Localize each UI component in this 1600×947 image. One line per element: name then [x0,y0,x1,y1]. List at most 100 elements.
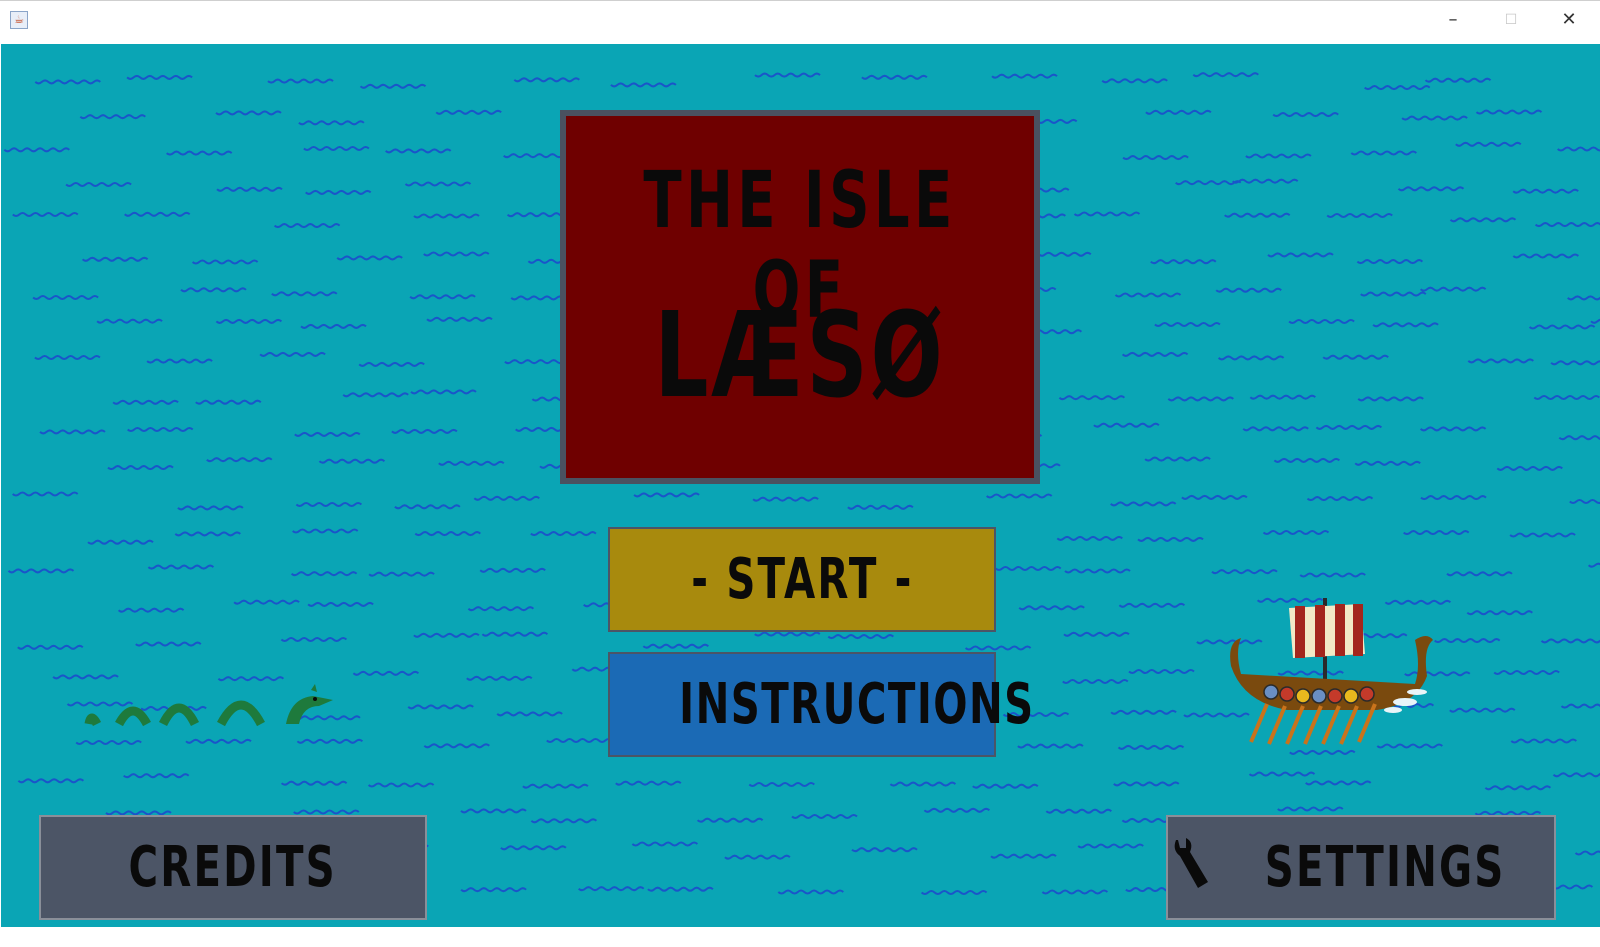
wave-mark [423,251,490,257]
wave-mark [292,528,359,534]
wave-mark [1419,286,1487,292]
wave-mark [195,399,262,405]
wave-mark [1567,295,1600,301]
wave-mark [1245,153,1312,159]
wave-mark [413,213,480,219]
wave-mark [1449,217,1517,223]
wave-mark [777,889,844,895]
wave-mark [460,808,527,814]
wave-mark [1403,530,1470,536]
maximize-button[interactable]: ☐ [1482,1,1540,41]
wave-mark [610,82,677,88]
wave-mark [1449,707,1516,713]
game-title-panel: THE ISLE OF LÆSØ [560,110,1040,484]
wave-mark [1273,457,1341,463]
wave-mark [438,460,505,466]
wave-mark [724,854,791,860]
wave-mark [352,670,420,676]
wave-mark [123,773,190,779]
wave-mark [1322,354,1389,360]
wave-mark [12,212,79,217]
wave-mark [215,110,282,116]
close-button[interactable]: ✕ [1540,1,1598,41]
wave-mark [1574,850,1600,856]
wave-mark [1560,703,1600,709]
wave-mark [409,294,476,300]
wave-mark [342,392,409,398]
wave-mark [87,539,154,545]
wave-mark [12,491,79,497]
wave-mark [1552,772,1600,778]
wave-mark [280,637,348,642]
wave-mark [1122,155,1189,161]
wave-mark [404,181,472,187]
minimize-button[interactable]: – [1424,1,1482,41]
wave-mark [1137,536,1204,542]
wave-mark [1306,496,1374,502]
wave-mark [385,148,452,154]
wave-mark [32,295,99,300]
wave-mark [180,287,247,293]
wave-mark [1211,569,1278,575]
start-button[interactable]: - START - [608,527,996,632]
wave-mark [1419,426,1487,432]
wave-mark [359,83,427,89]
wave-mark [861,74,928,80]
wave-mark [318,458,386,464]
wave-mark [990,853,1057,859]
wave-mark [1350,150,1417,156]
wave-mark [481,631,549,637]
wave-mark [300,323,367,329]
instructions-button[interactable]: INSTRUCTIONS [608,652,1033,757]
wave-mark [233,599,300,605]
wave-mark [65,182,132,187]
wave-mark [1493,670,1560,675]
wave-mark [117,607,185,613]
wave-mark [1558,435,1600,441]
wave-mark [1299,572,1366,578]
wave-mark [39,429,106,435]
wave-mark [754,631,821,637]
wave-mark [185,738,252,744]
settings-button[interactable]: SETTINGS [1166,815,1556,920]
wave-mark [1569,499,1600,504]
wave-mark [17,778,85,784]
wave-mark [75,740,142,745]
wave-mark [496,711,563,717]
wave-mark [3,147,70,153]
wave-mark [107,465,174,471]
wave-mark [827,634,894,640]
wave-mark [1512,253,1579,259]
wave-mark [394,504,461,510]
credits-button[interactable]: CREDITS [39,815,427,920]
wave-mark [1484,785,1552,791]
wave-mark [500,845,567,851]
wave-mark [1041,889,1109,895]
wave-mark [696,817,764,823]
game-title-line2: LÆSØ [654,286,946,424]
wave-mark [216,186,283,192]
wave-mark [1073,211,1141,217]
wave-mark [296,738,364,744]
wave-mark [1424,77,1492,83]
wave-mark [1181,494,1248,500]
wave-mark [1242,426,1309,432]
wave-mark [1356,259,1424,265]
wave-mark [1326,213,1393,218]
wave-mark [112,399,179,405]
wave-mark [96,318,163,324]
wave-mark [206,457,273,463]
wave-mark [307,601,374,607]
wave-mark [1475,109,1543,115]
wave-mark [631,841,699,847]
wave-mark [177,505,244,511]
wave-mark [1397,186,1465,192]
wave-mark [124,211,191,217]
wave-mark [473,495,540,501]
wave-mark [1110,501,1177,507]
wave-mark [642,643,709,649]
wave-mark [407,704,474,710]
wave-mark [615,780,682,786]
wave-mark [1101,78,1168,84]
wave-mark [633,492,700,498]
